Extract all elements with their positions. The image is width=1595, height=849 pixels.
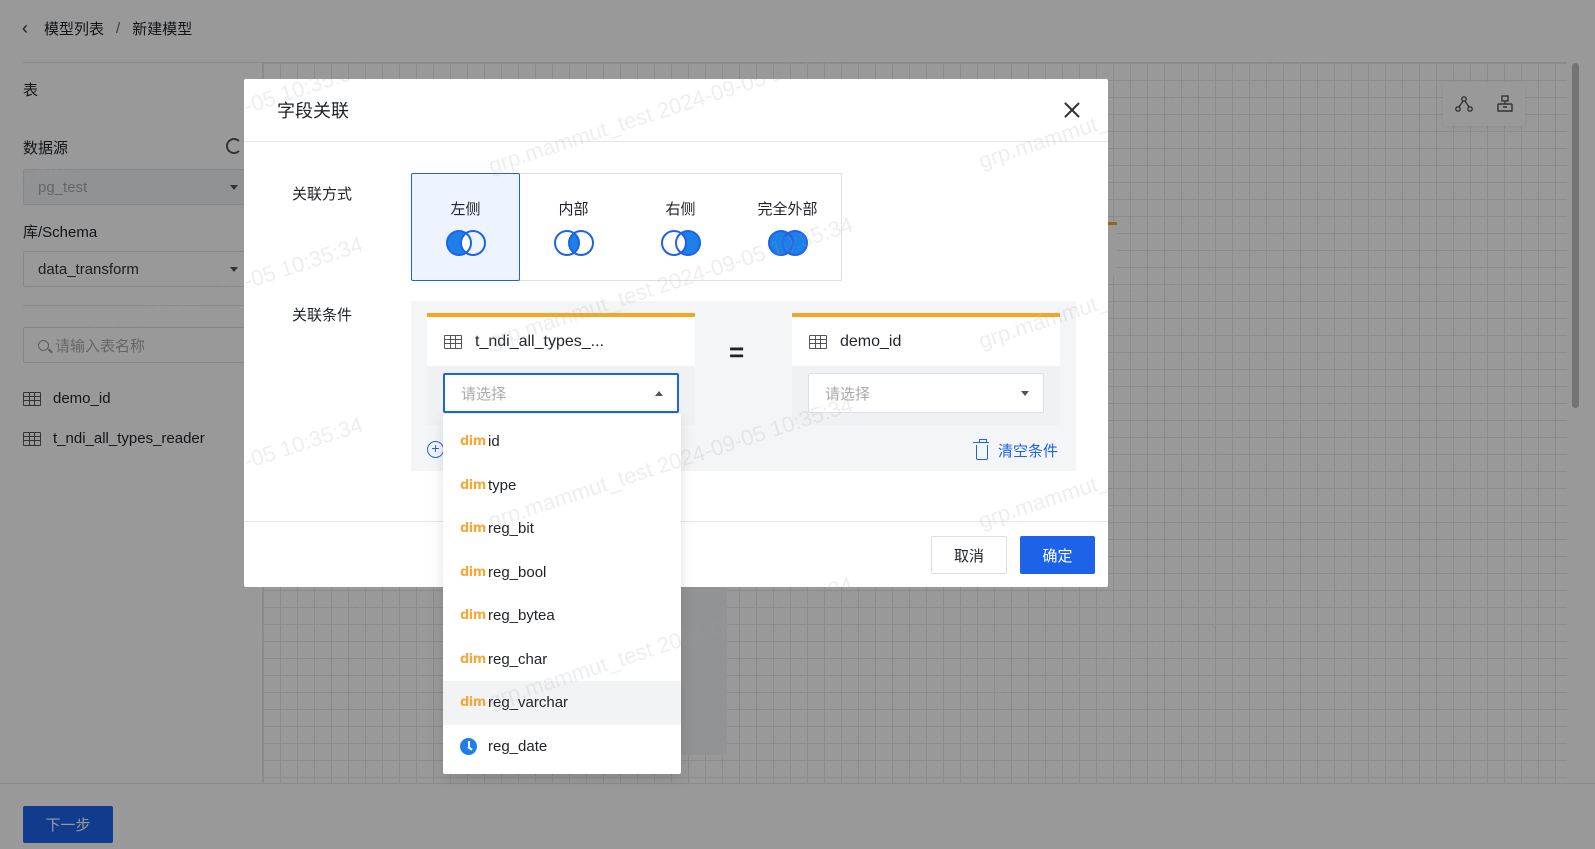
left-field-select[interactable]: 请选择 (443, 373, 679, 413)
clear-conditions-button[interactable]: 清空条件 (972, 438, 1058, 461)
left-table-card: t_ndi_all_types_... 请选择 (427, 313, 695, 425)
table-icon (809, 334, 827, 349)
right-table-card: demo_id 请选择 (792, 313, 1060, 425)
trash-icon (972, 438, 989, 460)
field-option-label: reg_bit (488, 520, 534, 538)
dimension-icon: dim (460, 521, 486, 537)
right-field-select[interactable]: 请选择 (808, 373, 1044, 413)
venn-right-icon (660, 230, 701, 256)
left-table-name: t_ndi_all_types_... (475, 332, 604, 350)
cancel-button[interactable]: 取消 (931, 536, 1007, 574)
join-option-inner[interactable]: 内部 (520, 174, 627, 280)
field-dropdown: dim id dim type dim reg_bit dim reg_bool dim reg_… (443, 414, 681, 774)
field-option-type[interactable]: dim type (443, 464, 681, 508)
join-option-label: 内部 (558, 201, 589, 218)
right-table-header: demo_id (792, 317, 1060, 366)
join-option-label: 左侧 (450, 201, 481, 218)
join-option-left[interactable]: 左侧 (411, 173, 520, 281)
field-option-reg-bit[interactable]: dim reg_bit (443, 507, 681, 551)
left-field-placeholder: 请选择 (461, 385, 507, 403)
dimension-icon: dim (460, 695, 486, 711)
venn-left-icon (445, 230, 486, 256)
caret-up-icon (655, 390, 663, 396)
venn-full-icon (767, 230, 808, 256)
join-option-right[interactable]: 右侧 (627, 174, 734, 280)
dimension-icon: dim (460, 564, 486, 580)
join-type-label: 关联方式 (292, 186, 353, 203)
modal-header: 字段关联 (244, 79, 1108, 142)
field-option-label: reg_varchar (488, 694, 569, 712)
venn-inner-icon (553, 230, 594, 256)
field-option-id[interactable]: dim id (443, 420, 681, 464)
field-option-label: type (488, 476, 517, 494)
field-option-reg-bytea[interactable]: dim reg_bytea (443, 594, 681, 638)
table-icon (444, 334, 462, 349)
left-table-header: t_ndi_all_types_... (427, 317, 695, 366)
field-option-reg-date[interactable]: reg_date (443, 725, 681, 769)
dimension-icon: dim (460, 651, 486, 667)
field-option-reg-char[interactable]: dim reg_char (443, 638, 681, 682)
field-option-reg-varchar[interactable]: dim reg_varchar (443, 681, 681, 725)
field-option-reg-bool[interactable]: dim reg_bool (443, 551, 681, 595)
date-clock-icon (460, 737, 477, 755)
clear-conditions-label: 清空条件 (997, 443, 1058, 460)
field-option-label: reg_bytea (488, 607, 555, 625)
field-option-label: reg_char (488, 650, 548, 668)
field-option-label: id (488, 433, 500, 451)
dimension-icon: dim (460, 434, 486, 450)
modal-title: 字段关联 (277, 101, 349, 121)
dimension-icon: dim (460, 477, 486, 493)
field-option-label: reg_date (488, 737, 548, 755)
dimension-icon: dim (460, 608, 486, 624)
equals-sign: = (729, 337, 745, 367)
right-field-placeholder: 请选择 (825, 385, 871, 403)
join-type-group: 左侧 内部 右侧 完全外部 (411, 173, 842, 281)
join-option-label: 完全外部 (757, 201, 818, 218)
join-option-full[interactable]: 完全外部 (734, 174, 841, 280)
add-condition-icon[interactable]: + (427, 441, 444, 458)
field-option-label: reg_bool (488, 563, 547, 581)
join-option-label: 右侧 (665, 201, 696, 218)
close-icon[interactable] (1062, 100, 1082, 120)
right-table-name: demo_id (840, 332, 902, 350)
join-condition-label: 关联条件 (292, 307, 353, 324)
caret-down-icon (1021, 390, 1029, 396)
confirm-button[interactable]: 确定 (1020, 536, 1095, 574)
